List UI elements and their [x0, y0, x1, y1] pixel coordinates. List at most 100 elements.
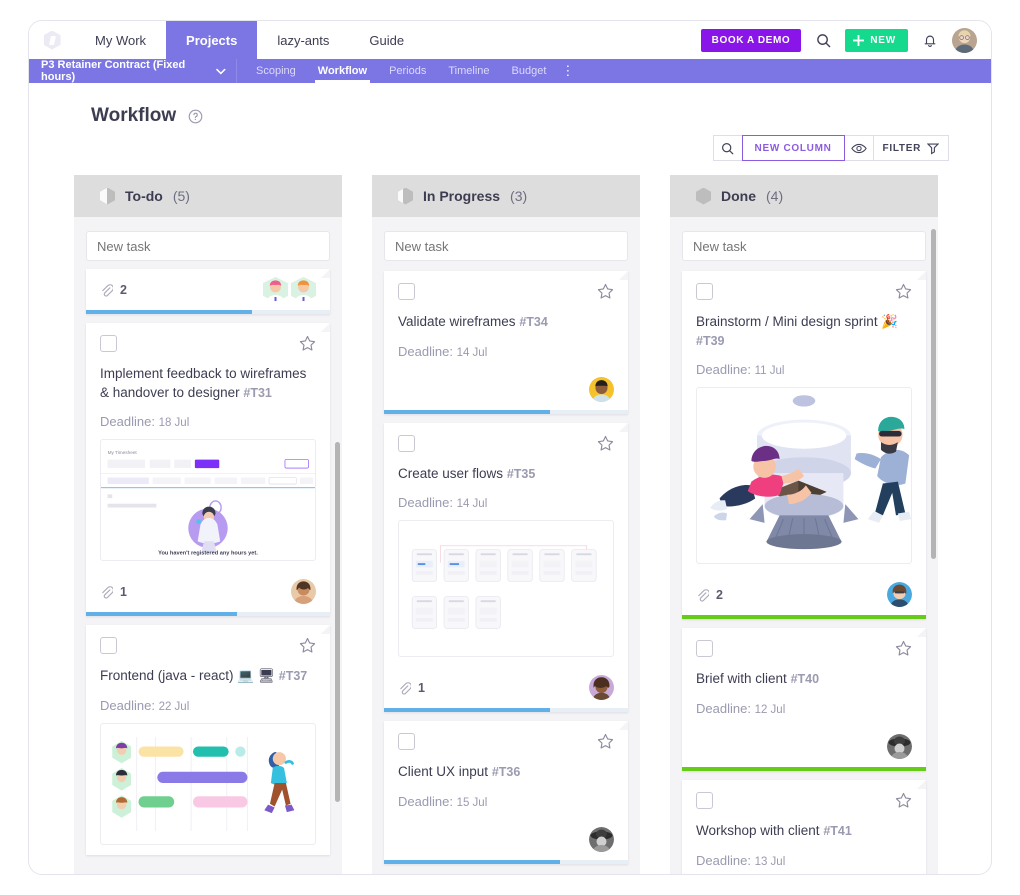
- assignee-avatars: [887, 582, 912, 608]
- deadline-label: Deadline:: [100, 414, 155, 430]
- star-icon[interactable]: [895, 640, 912, 657]
- attachment-count[interactable]: 1: [100, 585, 127, 599]
- task-checkbox[interactable]: [398, 733, 415, 751]
- card-thumbnail-timesheet[interactable]: My Timesheet You haven't registered any …: [100, 439, 316, 562]
- book-a-demo-label: BOOK A DEMO: [711, 34, 791, 46]
- nav-tab-projects[interactable]: Projects: [166, 21, 258, 59]
- task-card[interactable]: Validate wireframes #T34 Deadline: 14 Ju…: [384, 271, 628, 414]
- paperclip-icon: [400, 681, 411, 695]
- attachment-count[interactable]: 2: [100, 283, 127, 297]
- star-icon[interactable]: [597, 283, 614, 300]
- project-tab-scoping[interactable]: Scoping: [245, 59, 307, 83]
- project-tab-label: Timeline: [448, 65, 490, 77]
- new-task-input[interactable]: [682, 231, 926, 261]
- task-card[interactable]: Frontend (java - react) 💻 🖥 #T37 Deadlin…: [86, 625, 330, 855]
- nav-tab-guide[interactable]: Guide: [349, 21, 424, 59]
- attachment-count-label: 2: [716, 587, 723, 602]
- nav-tab-my-work[interactable]: My Work: [75, 21, 166, 59]
- task-card[interactable]: Brainstorm / Mini design sprint 🎉 #T39 D…: [682, 271, 926, 620]
- filter-button[interactable]: FILTER: [872, 135, 949, 161]
- project-tab-label: Scoping: [256, 65, 296, 77]
- bell-icon[interactable]: [918, 28, 942, 52]
- card-thumbnail-gantt[interactable]: [100, 722, 316, 845]
- card-title: Workshop with client #T41: [696, 822, 912, 841]
- star-icon[interactable]: [299, 335, 316, 352]
- card-thumbnail-rocket[interactable]: [696, 387, 912, 565]
- avatar[interactable]: [952, 27, 977, 53]
- column-scrollbar[interactable]: [931, 229, 936, 559]
- task-checkbox[interactable]: [696, 640, 713, 658]
- task-checkbox[interactable]: [696, 283, 713, 300]
- card-header: [398, 434, 614, 452]
- card-list: 2 Implement feedback to wireframes & han…: [86, 269, 330, 855]
- visibility-toggle-button[interactable]: [843, 135, 874, 161]
- avatar[interactable]: [291, 277, 316, 302]
- project-tab-budget[interactable]: Budget: [501, 59, 558, 83]
- task-card[interactable]: 2: [86, 269, 330, 314]
- project-more-menu-icon[interactable]: ⋮: [557, 59, 579, 83]
- new-button[interactable]: NEW: [845, 28, 908, 52]
- deadline-label: Deadline:: [696, 362, 751, 378]
- avatar[interactable]: [291, 579, 316, 605]
- deadline-value: 13 Jul: [754, 855, 786, 868]
- avatar[interactable]: [887, 733, 912, 759]
- attachment-count[interactable]: 2: [696, 588, 723, 602]
- help-circle-icon[interactable]: [188, 109, 203, 124]
- column-header[interactable]: To-do (5): [74, 175, 342, 217]
- project-tab-periods[interactable]: Periods: [378, 59, 437, 83]
- task-card[interactable]: Brief with client #T40 Deadline: 12 Jul: [682, 628, 926, 771]
- star-icon[interactable]: [299, 637, 316, 654]
- task-id: #T40: [790, 672, 820, 687]
- avatar[interactable]: [589, 376, 614, 402]
- new-column-button[interactable]: NEW COLUMN: [741, 135, 845, 161]
- card-deadline: Deadline: 18 Jul: [100, 414, 316, 429]
- status-hex-icon: [696, 187, 711, 205]
- column-header[interactable]: Done (4): [670, 175, 938, 217]
- avatar[interactable]: [263, 277, 288, 302]
- attachment-count-label: 1: [120, 584, 127, 599]
- star-icon[interactable]: [895, 283, 912, 300]
- project-tab-timeline[interactable]: Timeline: [437, 59, 500, 83]
- avatar[interactable]: [887, 582, 912, 608]
- attachment-count[interactable]: 1: [398, 681, 425, 695]
- column-header[interactable]: In Progress (3): [372, 175, 640, 217]
- card-title-text: Brief with client: [696, 671, 787, 687]
- app-logo[interactable]: [29, 21, 75, 59]
- star-icon[interactable]: [597, 733, 614, 750]
- nav-tab-lazy-ants[interactable]: lazy-ants: [257, 21, 349, 59]
- top-navigation: My Work Projects lazy-ants Guide BOOK A …: [29, 21, 991, 59]
- task-card[interactable]: Create user flows #T35 Deadline: 14 Jul: [384, 422, 628, 713]
- board-search-button[interactable]: [712, 135, 743, 161]
- task-card[interactable]: Workshop with client #T41 Deadline: 13 J…: [682, 779, 926, 874]
- star-icon[interactable]: [597, 435, 614, 452]
- search-icon[interactable]: [811, 28, 835, 52]
- task-card[interactable]: Client UX input #T36 Deadline: 15 Jul: [384, 721, 628, 864]
- avatar[interactable]: [589, 675, 614, 701]
- paperclip-icon: [102, 283, 113, 297]
- card-body: Brainstorm / Mini design sprint 🎉 #T39 D…: [682, 271, 926, 574]
- task-checkbox[interactable]: [696, 791, 713, 809]
- card-header: [696, 283, 912, 300]
- column-body: 2: [74, 217, 342, 874]
- avatar[interactable]: [589, 826, 614, 852]
- task-checkbox[interactable]: [100, 335, 117, 352]
- deadline-value: 22 Jul: [158, 700, 190, 713]
- card-thumbnail-userflow[interactable]: [398, 520, 614, 658]
- new-task-input[interactable]: [384, 231, 628, 261]
- column-scrollbar[interactable]: [335, 442, 340, 802]
- new-task-input[interactable]: [86, 231, 330, 261]
- task-card[interactable]: Implement feedback to wireframes & hando…: [86, 323, 330, 617]
- task-checkbox[interactable]: [100, 637, 117, 655]
- star-icon[interactable]: [895, 792, 912, 809]
- card-title: Validate wireframes #T34: [398, 313, 614, 332]
- task-checkbox[interactable]: [398, 434, 415, 452]
- paperclip-icon: [698, 588, 709, 602]
- card-title-text: Create user flows: [398, 465, 504, 481]
- task-checkbox[interactable]: [398, 283, 415, 300]
- task-id: #T36: [491, 765, 521, 780]
- card-title: Create user flows #T35: [398, 465, 614, 484]
- card-footer: 1: [86, 571, 330, 612]
- project-selector[interactable]: P3 Retainer Contract (Fixed hours): [29, 59, 237, 83]
- project-tab-workflow[interactable]: Workflow: [307, 59, 378, 83]
- book-a-demo-button[interactable]: BOOK A DEMO: [700, 28, 802, 52]
